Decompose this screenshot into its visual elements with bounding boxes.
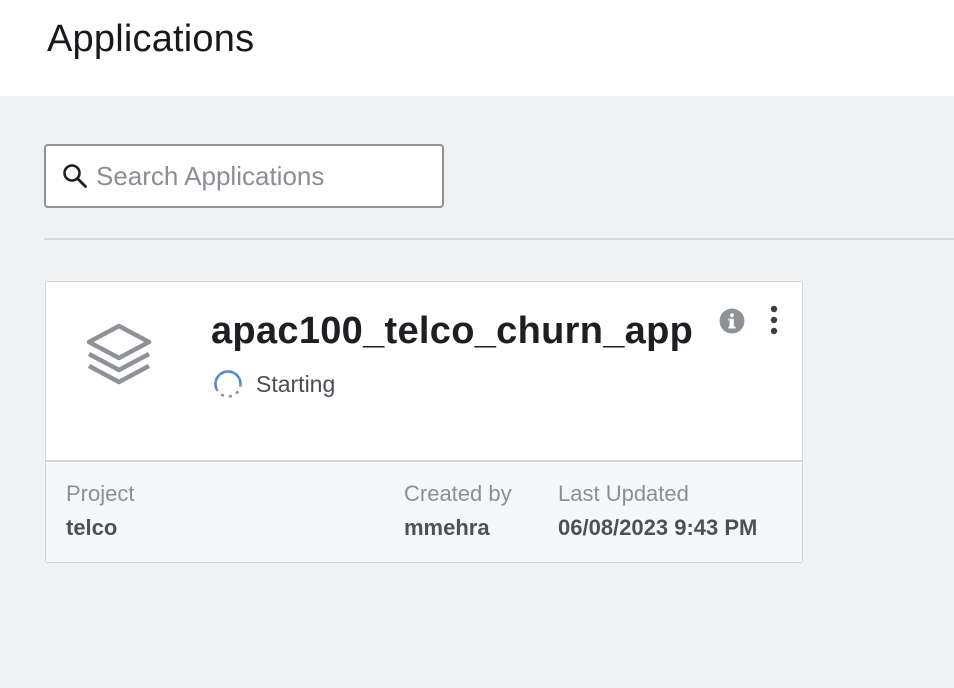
application-name[interactable]: apac100_telco_churn_app (211, 310, 693, 353)
more-options-icon[interactable] (762, 304, 786, 338)
project-meta: Project telco (66, 480, 134, 542)
page-header: Applications (0, 0, 954, 96)
info-icon[interactable] (719, 308, 745, 334)
last-updated-value: 06/08/2023 9:43 PM (558, 515, 758, 540)
page-title: Applications (47, 18, 255, 60)
status-text: Starting (256, 370, 336, 397)
layers-icon (86, 323, 152, 385)
search-box[interactable] (44, 144, 444, 208)
last-updated-meta: Last Updated 06/08/2023 9:43 PM (558, 480, 757, 542)
created-by-meta: Created by mmehra (404, 480, 512, 542)
application-card-footer: Project telco Created by mmehra Last Upd… (46, 460, 802, 562)
project-label: Project (66, 481, 135, 506)
created-by-value: mmehra (404, 515, 490, 540)
spinner-icon (214, 370, 242, 398)
search-input[interactable] (96, 146, 436, 206)
project-value: telco (66, 515, 118, 540)
search-icon (63, 164, 87, 188)
created-by-label: Created by (404, 481, 512, 506)
last-updated-label: Last Updated (558, 481, 689, 506)
application-status: Starting (212, 368, 335, 400)
divider (44, 238, 954, 240)
application-card-header: apac100_telco_churn_app Starting (46, 282, 802, 460)
application-card[interactable]: apac100_telco_churn_app Starting Project… (45, 281, 803, 563)
